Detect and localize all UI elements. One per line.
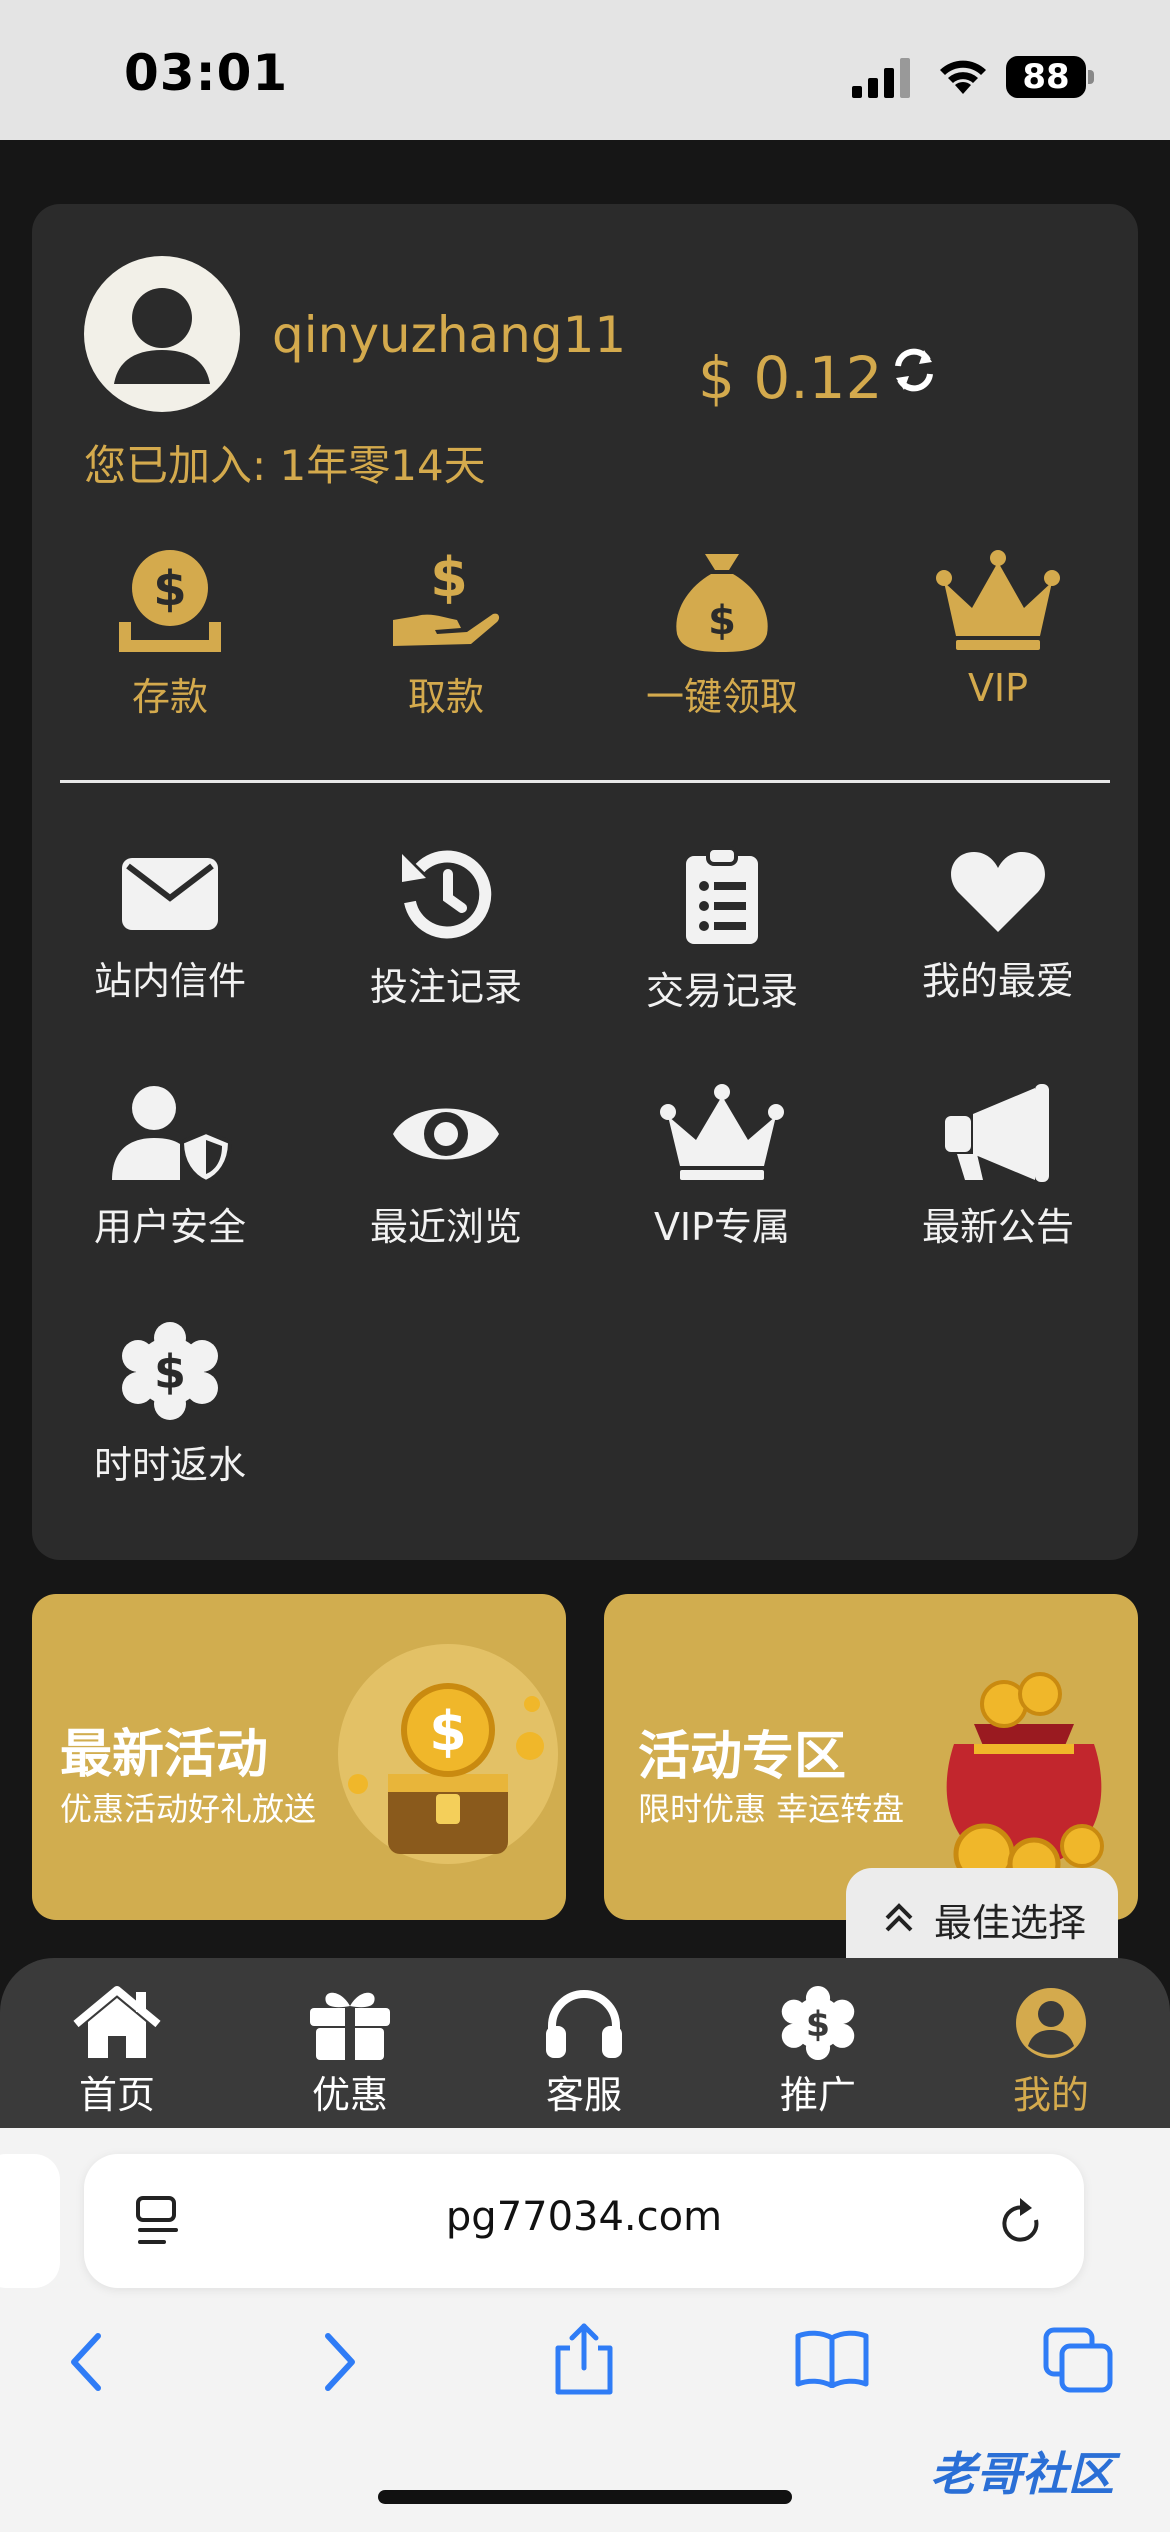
tab-referral[interactable]: $ 推广: [733, 1986, 903, 2119]
menu-label-rebate: 时时返水: [93, 1443, 246, 1487]
gift-icon: [310, 1992, 390, 2060]
home-icon: [73, 1986, 161, 2058]
banner-title-event-zone: 活动专区: [638, 1727, 847, 1787]
menu-item-recently-viewed[interactable]: 最近浏览: [326, 1084, 566, 1264]
bottom-tab-bar: 首页 优惠 客服 $ 推广 我的: [0, 1958, 1170, 2128]
tab-label-mine: 我的: [1012, 2073, 1089, 2117]
menu-item-security[interactable]: 用户安全: [50, 1084, 290, 1264]
dollar-badge-icon: $: [781, 1986, 855, 2060]
menu-label-security: 用户安全: [93, 1205, 246, 1249]
history-icon: [402, 850, 492, 939]
section-divider: [60, 780, 1110, 783]
menu-item-rebate[interactable]: $ 时时返水: [50, 1322, 290, 1502]
svg-text:$: $: [153, 561, 186, 617]
avatar[interactable]: [84, 256, 240, 412]
treasure-chest-coins-icon: $: [338, 1644, 558, 1864]
clipboard-list-icon: [686, 846, 758, 944]
withdraw-hand-icon: $: [393, 548, 500, 646]
tab-label-promotions: 优惠: [311, 2073, 388, 2117]
menu-label-transactions: 交易记录: [645, 969, 798, 1013]
refresh-balance-icon[interactable]: [888, 344, 940, 396]
menu-item-messages[interactable]: 站内信件: [50, 846, 290, 1026]
forward-icon[interactable]: [320, 2332, 360, 2392]
banner-title-latest-events: 最新活动: [60, 1725, 269, 1785]
chevron-double-up-icon: [885, 1903, 913, 1932]
banner-subtitle-event-zone: 限时优惠 幸运转盘: [638, 1790, 905, 1828]
crown-icon: [660, 1084, 784, 1180]
banner-subtitle-latest-events: 优惠活动好礼放送: [60, 1790, 317, 1828]
crown-icon: [936, 550, 1060, 650]
vip-label: VIP: [967, 666, 1029, 710]
svg-text:$: $: [708, 598, 736, 644]
best-choice-label: 最佳选择: [934, 1901, 1087, 1945]
svg-text:$: $: [806, 2005, 830, 2045]
tab-mine[interactable]: 我的: [966, 1986, 1136, 2119]
menu-label-recently-viewed: 最近浏览: [369, 1205, 522, 1249]
previous-tab-preview[interactable]: [0, 2154, 60, 2288]
balance-amount: $ 0.12: [698, 344, 883, 412]
url-text: pg77034.com: [445, 2194, 723, 2240]
member-since: 您已加入: 1年零14天: [84, 441, 486, 490]
user-avatar-icon: [114, 288, 210, 384]
claim-all-label: 一键领取: [645, 675, 798, 719]
share-icon[interactable]: [552, 2322, 616, 2396]
menu-label-messages: 站内信件: [93, 959, 246, 1003]
menu-item-transactions[interactable]: 交易记录: [602, 846, 842, 1026]
menu-label-bet-history: 投注记录: [369, 965, 522, 1009]
tabs-overview-icon[interactable]: [1042, 2326, 1114, 2394]
bookmarks-icon[interactable]: [794, 2328, 870, 2388]
headset-icon: [546, 1990, 622, 2058]
svg-text:$: $: [154, 1345, 186, 1399]
vip-button[interactable]: VIP: [888, 548, 1108, 718]
dollar-badge-icon: $: [122, 1322, 218, 1420]
envelope-icon: [122, 858, 218, 930]
menu-label-favorites: 我的最爱: [921, 959, 1074, 1003]
banner-latest-events[interactable]: $ 最新活动 优惠活动好礼放送: [32, 1594, 566, 1920]
tab-label-customer-service: 客服: [545, 2073, 622, 2117]
tab-customer-service[interactable]: 客服: [499, 1986, 669, 2119]
money-bag-icon: $: [676, 554, 768, 652]
withdraw-label: 取款: [407, 675, 484, 719]
battery-icon: 88: [1006, 56, 1086, 98]
deposit-label: 存款: [131, 675, 208, 719]
claim-all-button[interactable]: $ 一键领取: [612, 548, 832, 719]
menu-label-vip-exclusive: VIP专属: [653, 1205, 791, 1249]
watermark-logo: 老哥社区: [930, 2447, 1114, 2501]
user-circle-icon: [1016, 1988, 1086, 2058]
deposit-button[interactable]: $ 存款: [60, 548, 280, 719]
cellular-signal-icon: [852, 58, 910, 98]
eye-icon: [393, 1108, 499, 1160]
wifi-icon: [940, 60, 986, 94]
address-bar[interactable]: pg77034.com: [84, 2154, 1084, 2288]
menu-item-announcements[interactable]: 最新公告: [878, 1084, 1118, 1264]
menu-item-vip-exclusive[interactable]: VIP专属: [602, 1084, 842, 1264]
best-choice-button[interactable]: 最佳选择: [846, 1868, 1118, 1964]
deposit-coins-icon: $: [119, 550, 221, 652]
back-icon[interactable]: [66, 2332, 106, 2392]
tab-label-referral: 推广: [779, 2073, 856, 2117]
menu-item-favorites[interactable]: 我的最爱: [878, 846, 1118, 1026]
username: qinyuzhang11: [272, 306, 627, 364]
reload-icon[interactable]: [996, 2196, 1046, 2248]
menu-item-bet-history[interactable]: 投注记录: [326, 846, 566, 1026]
user-shield-icon: [112, 1086, 232, 1182]
menu-label-announcements: 最新公告: [921, 1205, 1074, 1249]
svg-text:$: $: [429, 1700, 467, 1763]
heart-icon: [951, 852, 1045, 932]
tab-home[interactable]: 首页: [32, 1986, 202, 2119]
status-time: 03:01: [124, 44, 289, 102]
tab-label-home: 首页: [78, 2073, 155, 2117]
svg-text:$: $: [430, 548, 468, 609]
withdraw-button[interactable]: $ 取款: [336, 548, 556, 719]
megaphone-icon: [945, 1084, 1049, 1182]
battery-nub: [1088, 70, 1094, 84]
tab-promotions[interactable]: 优惠: [265, 1986, 435, 2119]
home-indicator: [378, 2490, 792, 2504]
